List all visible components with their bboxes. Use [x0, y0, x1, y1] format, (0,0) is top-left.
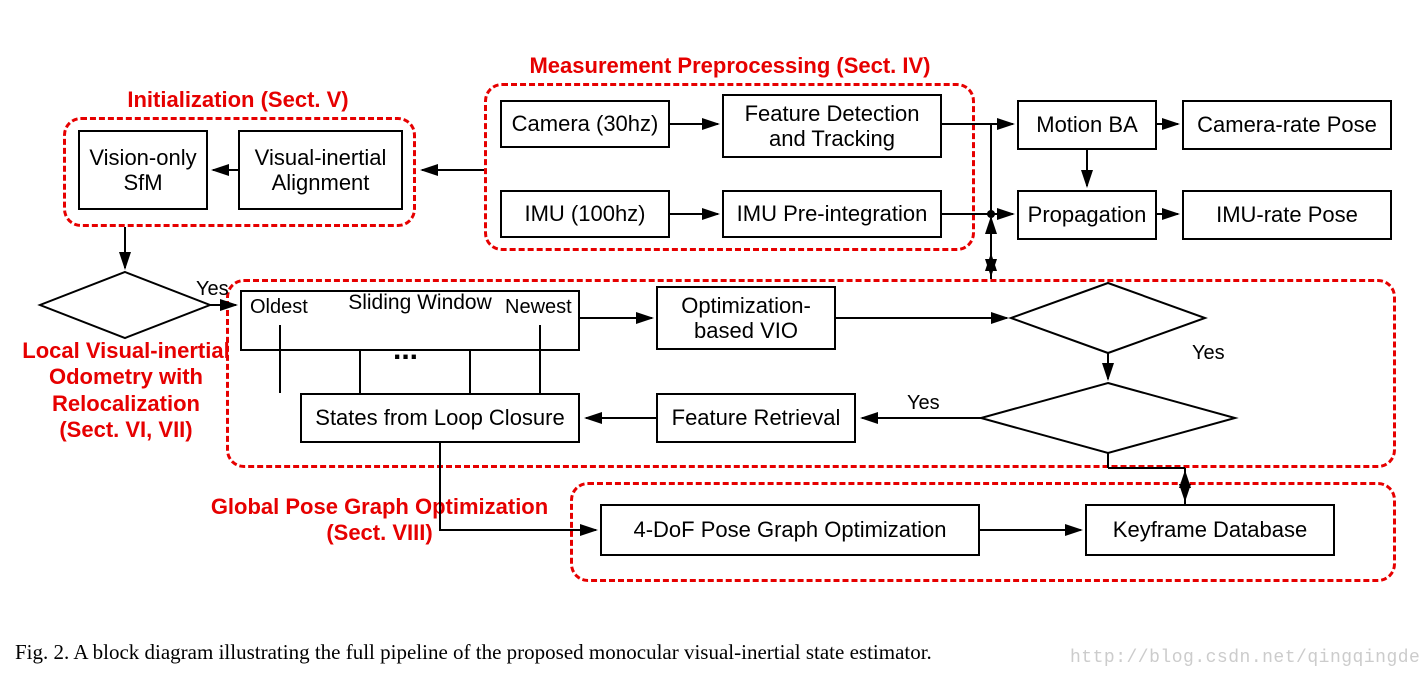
label-preprocessing: Measurement Preprocessing (Sect. IV): [505, 53, 955, 79]
decision-initialized-text: Initialized?: [72, 295, 171, 319]
block-sfm: Vision-only SfM: [78, 130, 208, 210]
label-initialization: Initialization (Sect. V): [108, 87, 368, 113]
label-yes-initialized: Yes: [196, 278, 229, 301]
block-optvio: Optimization- based VIO: [656, 286, 836, 350]
decision-loopdet-text: Loop Detected?: [1032, 407, 1180, 431]
block-posegraph: 4-DoF Pose Graph Optimization: [600, 504, 980, 556]
block-motion-ba: Motion BA: [1017, 100, 1157, 150]
block-propagation: Propagation: [1017, 190, 1157, 240]
block-imu-pose: IMU-rate Pose: [1182, 190, 1392, 240]
sliding-oldest: Oldest: [250, 296, 308, 319]
block-feat-retrieval: Feature Retrieval: [656, 393, 856, 443]
block-camera-pose: Camera-rate Pose: [1182, 100, 1392, 150]
block-kf-db: Keyframe Database: [1085, 504, 1335, 556]
label-yes-loopdet: Yes: [907, 392, 940, 415]
label-global: Global Pose Graph Optimization (Sect. VI…: [207, 494, 552, 547]
sliding-title: Sliding Window: [340, 291, 500, 315]
block-states-loop: States from Loop Closure: [300, 393, 580, 443]
diagram-canvas: Initialization (Sect. V) Measurement Pre…: [0, 0, 1419, 682]
block-camera: Camera (30hz): [500, 100, 670, 148]
decision-keyframe-text: Keyframe?: [1060, 306, 1162, 330]
sliding-dots: ...: [393, 333, 418, 367]
block-feat-track: Feature Detection and Tracking: [722, 94, 942, 158]
block-alignment: Visual-inertial Alignment: [238, 130, 403, 210]
watermark: http://blog.csdn.net/qingqingdeaini: [1070, 648, 1419, 668]
block-preint: IMU Pre-integration: [722, 190, 942, 238]
label-yes-keyframe: Yes: [1192, 342, 1225, 365]
block-imu: IMU (100hz): [500, 190, 670, 238]
sliding-newest: Newest: [505, 296, 572, 319]
label-localvio: Local Visual-inertial Odometry with Relo…: [12, 338, 240, 444]
figure-caption: Fig. 2. A block diagram illustrating the…: [15, 640, 932, 665]
